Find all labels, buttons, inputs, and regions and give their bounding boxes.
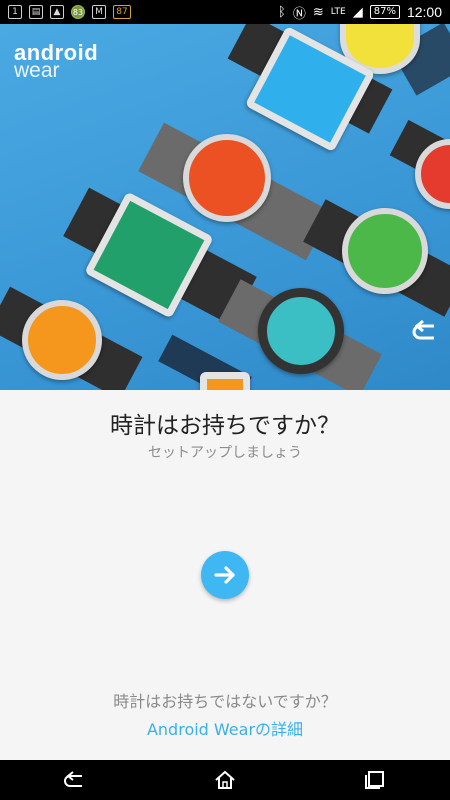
watch-orange — [0, 274, 143, 390]
arrow-right-icon — [214, 566, 235, 584]
hero-illustration: android wear — [0, 24, 450, 390]
recents-icon — [365, 771, 384, 789]
sim-card-icon: ▤ — [29, 5, 43, 19]
next-button[interactable] — [201, 551, 249, 599]
status-left: 1 ▤ ▲ 83 M 87 — [0, 5, 139, 19]
android-badge: 83 — [72, 7, 84, 17]
android-icon: 83 — [71, 5, 85, 19]
page-title: 時計はお持ちですか？ — [110, 413, 340, 439]
no-watch-text: 時計はお持ちではないですか？ — [113, 692, 337, 711]
network-type: LTE — [330, 7, 346, 17]
vibrate-icon: ≋ — [312, 4, 324, 20]
learn-more-link[interactable]: Android Wearの詳細 — [0, 716, 450, 740]
battery-alert-badge: 87 — [116, 7, 128, 17]
clock: 12:00 — [406, 4, 442, 20]
recents-button[interactable] — [355, 765, 395, 795]
sim-1-icon: 1 — [8, 5, 22, 19]
home-icon — [215, 770, 235, 789]
setup-content: 時計はお持ちですか？ セットアップしましょう 時計はお持ちではないですか？ An… — [0, 390, 450, 760]
back-button[interactable] — [55, 765, 95, 795]
home-button[interactable] — [205, 765, 245, 795]
android-wear-logo: android wear — [14, 42, 98, 82]
watch-partial — [158, 334, 260, 390]
status-bar: 1 ▤ ▲ 83 M 87 ᛒ Ⓝ ≋ LTE ◢ 87% 12:00 — [0, 0, 450, 24]
undo-icon[interactable] — [410, 316, 440, 346]
battery-alert-icon: 87 — [113, 5, 131, 19]
page-subtitle: セットアップしましょう — [148, 445, 302, 461]
picture-icon: ▲ — [50, 5, 64, 19]
battery-indicator: 87% — [369, 5, 400, 19]
bluetooth-icon: ᛒ — [278, 4, 286, 20]
signal-icon: ◢ — [352, 4, 363, 20]
navigation-bar — [0, 760, 450, 800]
back-icon — [64, 771, 82, 787]
nfc-icon: Ⓝ — [292, 6, 306, 22]
gmail-icon: M — [92, 5, 106, 19]
status-right: ᛒ Ⓝ ≋ LTE ◢ 87% 12:00 — [270, 3, 450, 22]
